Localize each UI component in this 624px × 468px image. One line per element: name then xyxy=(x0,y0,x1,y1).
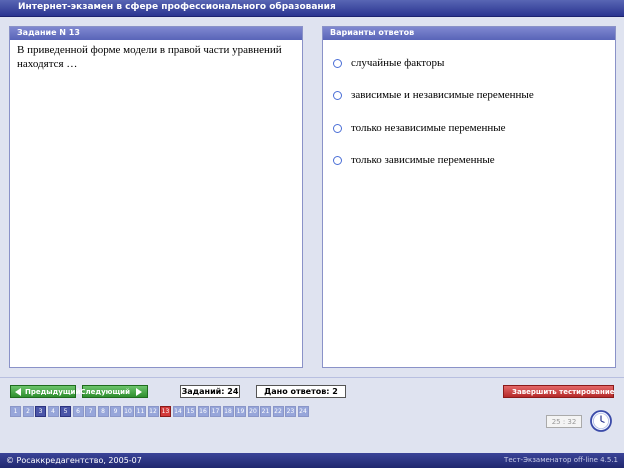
page-button-9[interactable]: 9 xyxy=(110,406,121,417)
page-button-19[interactable]: 19 xyxy=(235,406,246,417)
page-button-13[interactable]: 13 xyxy=(160,406,171,417)
page-button-1[interactable]: 1 xyxy=(10,406,21,417)
page-button-12[interactable]: 12 xyxy=(147,406,159,417)
question-text: В приведенной форме модели в правой част… xyxy=(17,44,282,70)
version-text: Тест-Экзаменатор off-line 4.5.1 xyxy=(504,456,618,464)
answer-option[interactable]: только зависимые переменные xyxy=(333,154,495,166)
radio-button[interactable] xyxy=(333,58,342,68)
radio-button[interactable] xyxy=(333,155,342,165)
answers-header: Варианты ответов xyxy=(323,27,615,40)
page-button-11[interactable]: 11 xyxy=(135,406,146,417)
page-button-8[interactable]: 8 xyxy=(97,406,109,417)
next-label: Следующий xyxy=(80,387,130,396)
page-button-14[interactable]: 14 xyxy=(172,406,184,417)
page-button-2[interactable]: 2 xyxy=(22,406,34,417)
answer-option[interactable]: случайные факторы xyxy=(333,57,444,69)
finish-test-button[interactable]: Завершить тестирование xyxy=(503,385,615,398)
window-title-bar: Интернет-экзамен в сфере профессионально… xyxy=(0,0,624,17)
answer-option[interactable]: только независимые переменные xyxy=(333,122,506,134)
page-button-17[interactable]: 17 xyxy=(210,406,221,417)
page-button-24[interactable]: 24 xyxy=(297,406,309,417)
answered-counter: Дано ответов: 2 xyxy=(256,385,346,398)
answer-option[interactable]: зависимые и независимые переменные xyxy=(333,89,534,101)
page-button-6[interactable]: 6 xyxy=(72,406,84,417)
total-tasks-counter: Заданий: 24 xyxy=(180,385,240,398)
page-button-5[interactable]: 5 xyxy=(60,406,71,417)
clock-icon xyxy=(590,410,612,432)
prev-label: Предыдущий xyxy=(25,387,81,396)
radio-button[interactable] xyxy=(333,123,342,133)
window-title: Интернет-экзамен в сфере профессионально… xyxy=(18,2,336,12)
finish-label: Завершить тестирование xyxy=(512,387,615,396)
answers-panel: Варианты ответов случайные факторы завис… xyxy=(322,26,616,368)
copyright-text: © Росаккредагентство, 2005-07 xyxy=(6,456,142,465)
page-button-21[interactable]: 21 xyxy=(260,406,271,417)
page-button-7[interactable]: 7 xyxy=(85,406,96,417)
page-button-3[interactable]: 3 xyxy=(35,406,46,417)
status-bar: © Росаккредагентство, 2005-07 Тест-Экзам… xyxy=(0,453,624,468)
page-button-10[interactable]: 10 xyxy=(122,406,134,417)
prev-button[interactable]: Предыдущий xyxy=(10,385,80,398)
page-button-4[interactable]: 4 xyxy=(47,406,59,417)
page-button-22[interactable]: 22 xyxy=(272,406,284,417)
page-navigator: 1 2 3 4 5 6 7 8 9 10 11 12 13 14 15 16 1… xyxy=(10,406,310,417)
answer-label: только зависимые переменные xyxy=(351,154,495,166)
question-panel: Задание N 13 В приведенной форме модели … xyxy=(9,26,303,368)
page-button-15[interactable]: 15 xyxy=(185,406,196,417)
question-header: Задание N 13 xyxy=(10,27,302,40)
arrow-left-icon xyxy=(15,387,21,396)
page-button-18[interactable]: 18 xyxy=(222,406,234,417)
answer-label: случайные факторы xyxy=(351,57,445,69)
answer-label: зависимые и независимые переменные xyxy=(351,89,534,101)
timer-display: 25 : 32 xyxy=(546,415,582,428)
page-button-23[interactable]: 23 xyxy=(285,406,296,417)
radio-button[interactable] xyxy=(333,90,342,100)
page-button-16[interactable]: 16 xyxy=(197,406,209,417)
answer-label: только независимые переменные xyxy=(351,122,506,134)
page-button-20[interactable]: 20 xyxy=(247,406,259,417)
arrow-right-icon xyxy=(136,387,142,396)
next-button[interactable]: Следующий xyxy=(80,385,148,398)
